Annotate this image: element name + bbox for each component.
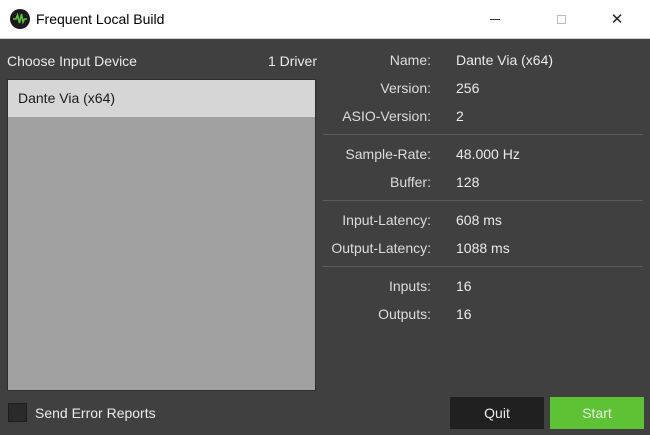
name-label: Name: bbox=[389, 52, 431, 68]
title-bar: Frequent Local Build ✕ bbox=[0, 0, 650, 39]
maximize-button[interactable] bbox=[538, 0, 584, 38]
info-row-asio-version: ASIO-Version: 2 bbox=[320, 108, 650, 128]
driver-count: 1 Driver bbox=[267, 53, 317, 69]
outputs-label: Outputs: bbox=[378, 306, 431, 322]
buffer-label: Buffer: bbox=[390, 174, 431, 190]
info-row-input-latency: Input-Latency: 608 ms bbox=[320, 212, 650, 232]
name-value: Dante Via (x64) bbox=[456, 52, 554, 68]
input-latency-value: 608 ms bbox=[456, 212, 502, 228]
asio-version-value: 2 bbox=[456, 108, 464, 124]
info-row-buffer: Buffer: 128 bbox=[320, 174, 650, 194]
close-button[interactable]: ✕ bbox=[594, 0, 640, 38]
info-row-output-latency: Output-Latency: 1088 ms bbox=[320, 240, 650, 260]
output-latency-value: 1088 ms bbox=[456, 240, 510, 256]
minimize-icon bbox=[490, 18, 500, 20]
start-button[interactable]: Start bbox=[550, 397, 644, 429]
minimize-button[interactable] bbox=[472, 0, 518, 38]
version-label: Version: bbox=[380, 80, 431, 96]
quit-button[interactable]: Quit bbox=[450, 397, 544, 429]
info-row-outputs: Outputs: 16 bbox=[320, 306, 650, 326]
close-icon: ✕ bbox=[610, 11, 624, 28]
info-row-inputs: Inputs: 16 bbox=[320, 278, 650, 298]
asio-version-label: ASIO-Version: bbox=[342, 108, 431, 124]
send-error-reports-checkbox[interactable] bbox=[8, 403, 27, 422]
inputs-value: 16 bbox=[456, 278, 472, 294]
device-list-item-selected[interactable]: Dante Via (x64) bbox=[8, 80, 315, 117]
info-row-name: Name: Dante Via (x64) bbox=[320, 52, 650, 72]
device-panel-heading: Choose Input Device bbox=[7, 53, 137, 69]
info-row-version: Version: 256 bbox=[320, 80, 650, 100]
divider bbox=[323, 266, 643, 267]
waveform-icon bbox=[10, 9, 30, 29]
window-title: Frequent Local Build bbox=[36, 11, 165, 27]
device-list[interactable]: Dante Via (x64) bbox=[7, 79, 316, 391]
sample-rate-value: 48.000 Hz bbox=[456, 146, 520, 162]
maximize-icon bbox=[556, 14, 566, 24]
output-latency-label: Output-Latency: bbox=[331, 240, 431, 256]
sample-rate-label: Sample-Rate: bbox=[345, 146, 431, 162]
send-error-reports-label[interactable]: Send Error Reports bbox=[35, 405, 156, 421]
inputs-label: Inputs: bbox=[388, 278, 431, 294]
divider bbox=[323, 200, 643, 201]
input-latency-label: Input-Latency: bbox=[342, 212, 431, 228]
version-value: 256 bbox=[456, 80, 480, 96]
buffer-value: 128 bbox=[456, 174, 480, 190]
outputs-value: 16 bbox=[456, 306, 472, 322]
divider bbox=[323, 134, 643, 135]
info-row-sample-rate: Sample-Rate: 48.000 Hz bbox=[320, 146, 650, 166]
